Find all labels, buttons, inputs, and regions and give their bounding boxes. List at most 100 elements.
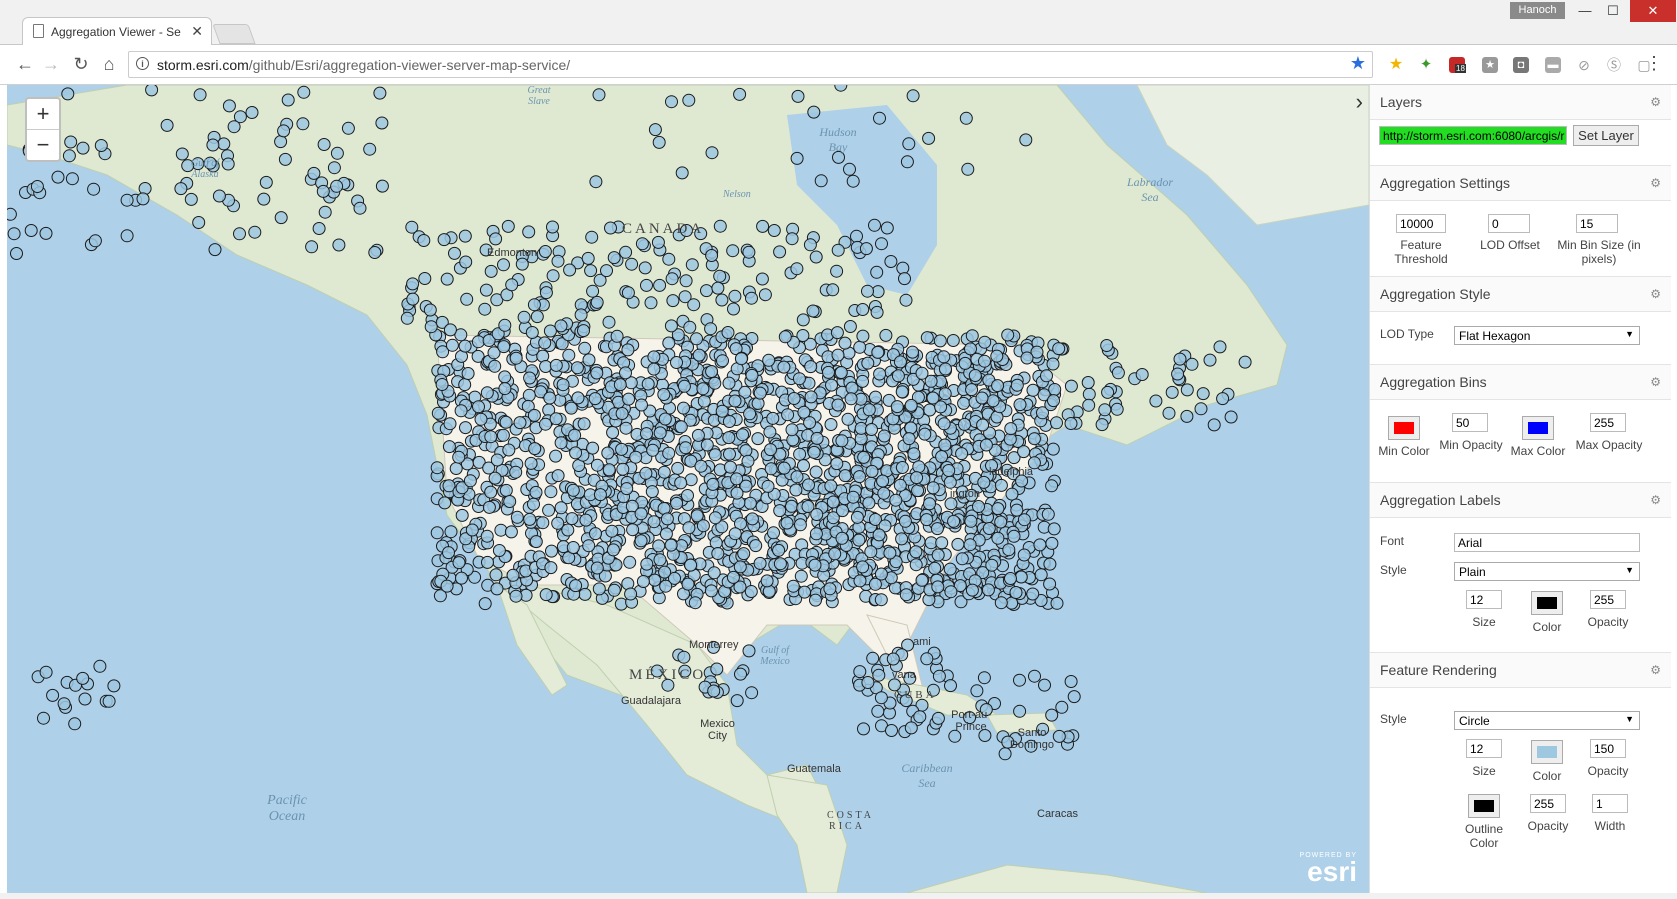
gear-icon[interactable]: ⚙ <box>1650 493 1661 507</box>
feature-point <box>926 481 940 495</box>
feature-point <box>713 269 727 283</box>
feature-color-swatch[interactable] <box>1531 740 1563 764</box>
forward-arrow-icon[interactable]: → <box>40 54 62 75</box>
profile-button[interactable]: Hanoch <box>1510 2 1565 19</box>
feature-threshold-input[interactable]: 10000 <box>1396 214 1446 233</box>
min-color-swatch[interactable] <box>1388 416 1420 440</box>
feature-point <box>549 412 563 426</box>
aggregation-style-header[interactable]: Aggregation Style ⚙ <box>1370 276 1671 312</box>
feature-point <box>935 536 949 550</box>
aggregation-labels-header[interactable]: Aggregation Labels ⚙ <box>1370 482 1671 518</box>
feature-opacity-input[interactable]: 150 <box>1590 739 1626 758</box>
calendar-extension-icon[interactable]: 18 <box>1449 57 1466 73</box>
aggregation-settings-header[interactable]: Aggregation Settings ⚙ <box>1370 165 1671 201</box>
feature-point <box>890 400 904 414</box>
info-icon[interactable]: i <box>136 57 149 70</box>
extension-icon-6[interactable]: ▬ <box>1545 57 1561 73</box>
gear-icon[interactable]: ⚙ <box>1650 176 1661 190</box>
back-arrow-icon[interactable]: ← <box>14 54 36 75</box>
browser-menu-icon[interactable]: ⋮ <box>1645 53 1663 74</box>
map-view[interactable]: CANADA MÉXICO CUBA COSTA RICA Hudson Bay… <box>7 85 1369 893</box>
feature-point <box>589 175 603 189</box>
feature-point <box>1047 522 1061 536</box>
min-bin-size-input[interactable]: 15 <box>1576 214 1618 233</box>
tab-close-icon[interactable]: ✕ <box>191 23 203 40</box>
label-opacity-input[interactable]: 255 <box>1590 590 1626 609</box>
extension-icon-7[interactable]: ⊘ <box>1576 57 1592 73</box>
feature-point <box>604 221 617 235</box>
feature-point <box>602 315 616 329</box>
feature-point <box>985 558 999 572</box>
feature-point <box>922 131 936 145</box>
label-size-input[interactable]: 12 <box>1466 590 1502 609</box>
feature-point <box>577 324 590 338</box>
feature-point <box>10 247 23 260</box>
feature-point <box>506 568 520 582</box>
feature-point <box>494 523 508 537</box>
max-opacity-input[interactable]: 255 <box>1590 413 1626 432</box>
new-tab-button[interactable] <box>212 24 256 44</box>
feature-point <box>248 225 262 239</box>
extension-icon-4[interactable]: ★ <box>1482 57 1498 73</box>
panel-toggle-chevron-icon[interactable]: › <box>1356 89 1363 115</box>
feature-point <box>831 243 845 257</box>
feature-point <box>577 417 591 431</box>
feature-point <box>716 354 729 368</box>
max-color-swatch[interactable] <box>1522 416 1554 440</box>
lod-offset-input[interactable]: 0 <box>1488 214 1530 233</box>
maximize-button[interactable]: ☐ <box>1598 0 1628 22</box>
feature-point <box>556 378 570 392</box>
feature-rendering-header[interactable]: Feature Rendering ⚙ <box>1370 652 1671 688</box>
feature-point <box>959 111 973 125</box>
zoom-out-button[interactable]: − <box>27 130 59 160</box>
skype-extension-icon[interactable]: Ⓢ <box>1606 57 1622 73</box>
layer-url-input[interactable]: http://storm.esri.com:6080/arcgis/r <box>1379 126 1567 145</box>
home-icon[interactable]: ⌂ <box>98 54 120 75</box>
font-input[interactable]: Arial <box>1454 533 1640 552</box>
browser-toolbar: ← → ↻ ⌂ i storm.esri.com/github/Esri/agg… <box>0 45 1677 85</box>
lod-type-select[interactable]: Flat Hexagon ▼ <box>1454 326 1640 345</box>
browser-tab[interactable]: Aggregation Viewer - Se ✕ <box>22 17 212 45</box>
feature-point <box>931 548 945 562</box>
bookmark-star-icon[interactable]: ★ <box>1350 53 1366 74</box>
minimize-button[interactable]: — <box>1570 0 1600 22</box>
min-opacity-input[interactable]: 50 <box>1452 413 1488 432</box>
zoom-in-button[interactable]: + <box>27 99 59 130</box>
url-text[interactable]: storm.esri.com/github/Esri/aggregation-v… <box>157 57 570 73</box>
outline-opacity-input[interactable]: 255 <box>1530 794 1566 813</box>
feature-point <box>478 302 492 316</box>
feature-point <box>852 533 866 547</box>
feature-point <box>517 310 531 324</box>
pocket-extension-icon[interactable]: ◘ <box>1513 57 1529 73</box>
feature-point <box>994 596 1008 610</box>
set-layer-button[interactable]: Set Layer <box>1573 125 1639 146</box>
address-bar[interactable]: i storm.esri.com/github/Esri/aggregation… <box>128 51 1373 78</box>
feedly-extension-icon[interactable]: ✦ <box>1418 57 1434 73</box>
feature-point <box>834 366 848 379</box>
feature-point <box>353 201 367 215</box>
aggregation-bins-header[interactable]: Aggregation Bins ⚙ <box>1370 364 1671 400</box>
feature-style-select[interactable]: Circle ▼ <box>1454 711 1640 730</box>
label-style-select[interactable]: Plain ▼ <box>1454 562 1640 581</box>
outline-color-swatch[interactable] <box>1468 794 1500 818</box>
feature-size-input[interactable]: 12 <box>1466 739 1502 758</box>
label-color-swatch[interactable] <box>1531 591 1563 615</box>
star-extension-icon[interactable]: ★ <box>1388 57 1404 73</box>
gear-icon[interactable]: ⚙ <box>1650 95 1661 109</box>
feature-point <box>857 722 870 736</box>
feature-point <box>454 404 468 418</box>
layers-header[interactable]: Layers ⚙ <box>1370 85 1671 120</box>
outline-width-input[interactable]: 1 <box>1592 794 1628 813</box>
feature-point <box>856 303 870 316</box>
window-close-button[interactable]: ✕ <box>1630 0 1676 22</box>
gear-icon[interactable]: ⚙ <box>1650 663 1661 677</box>
gear-icon[interactable]: ⚙ <box>1650 287 1661 301</box>
feature-point <box>808 558 822 572</box>
reload-icon[interactable]: ↻ <box>70 54 92 75</box>
feature-point <box>798 585 811 599</box>
feature-point <box>675 166 689 180</box>
gear-icon[interactable]: ⚙ <box>1650 375 1661 389</box>
feature-point <box>653 553 667 567</box>
feature-point <box>938 387 952 401</box>
feature-point <box>1111 366 1125 380</box>
